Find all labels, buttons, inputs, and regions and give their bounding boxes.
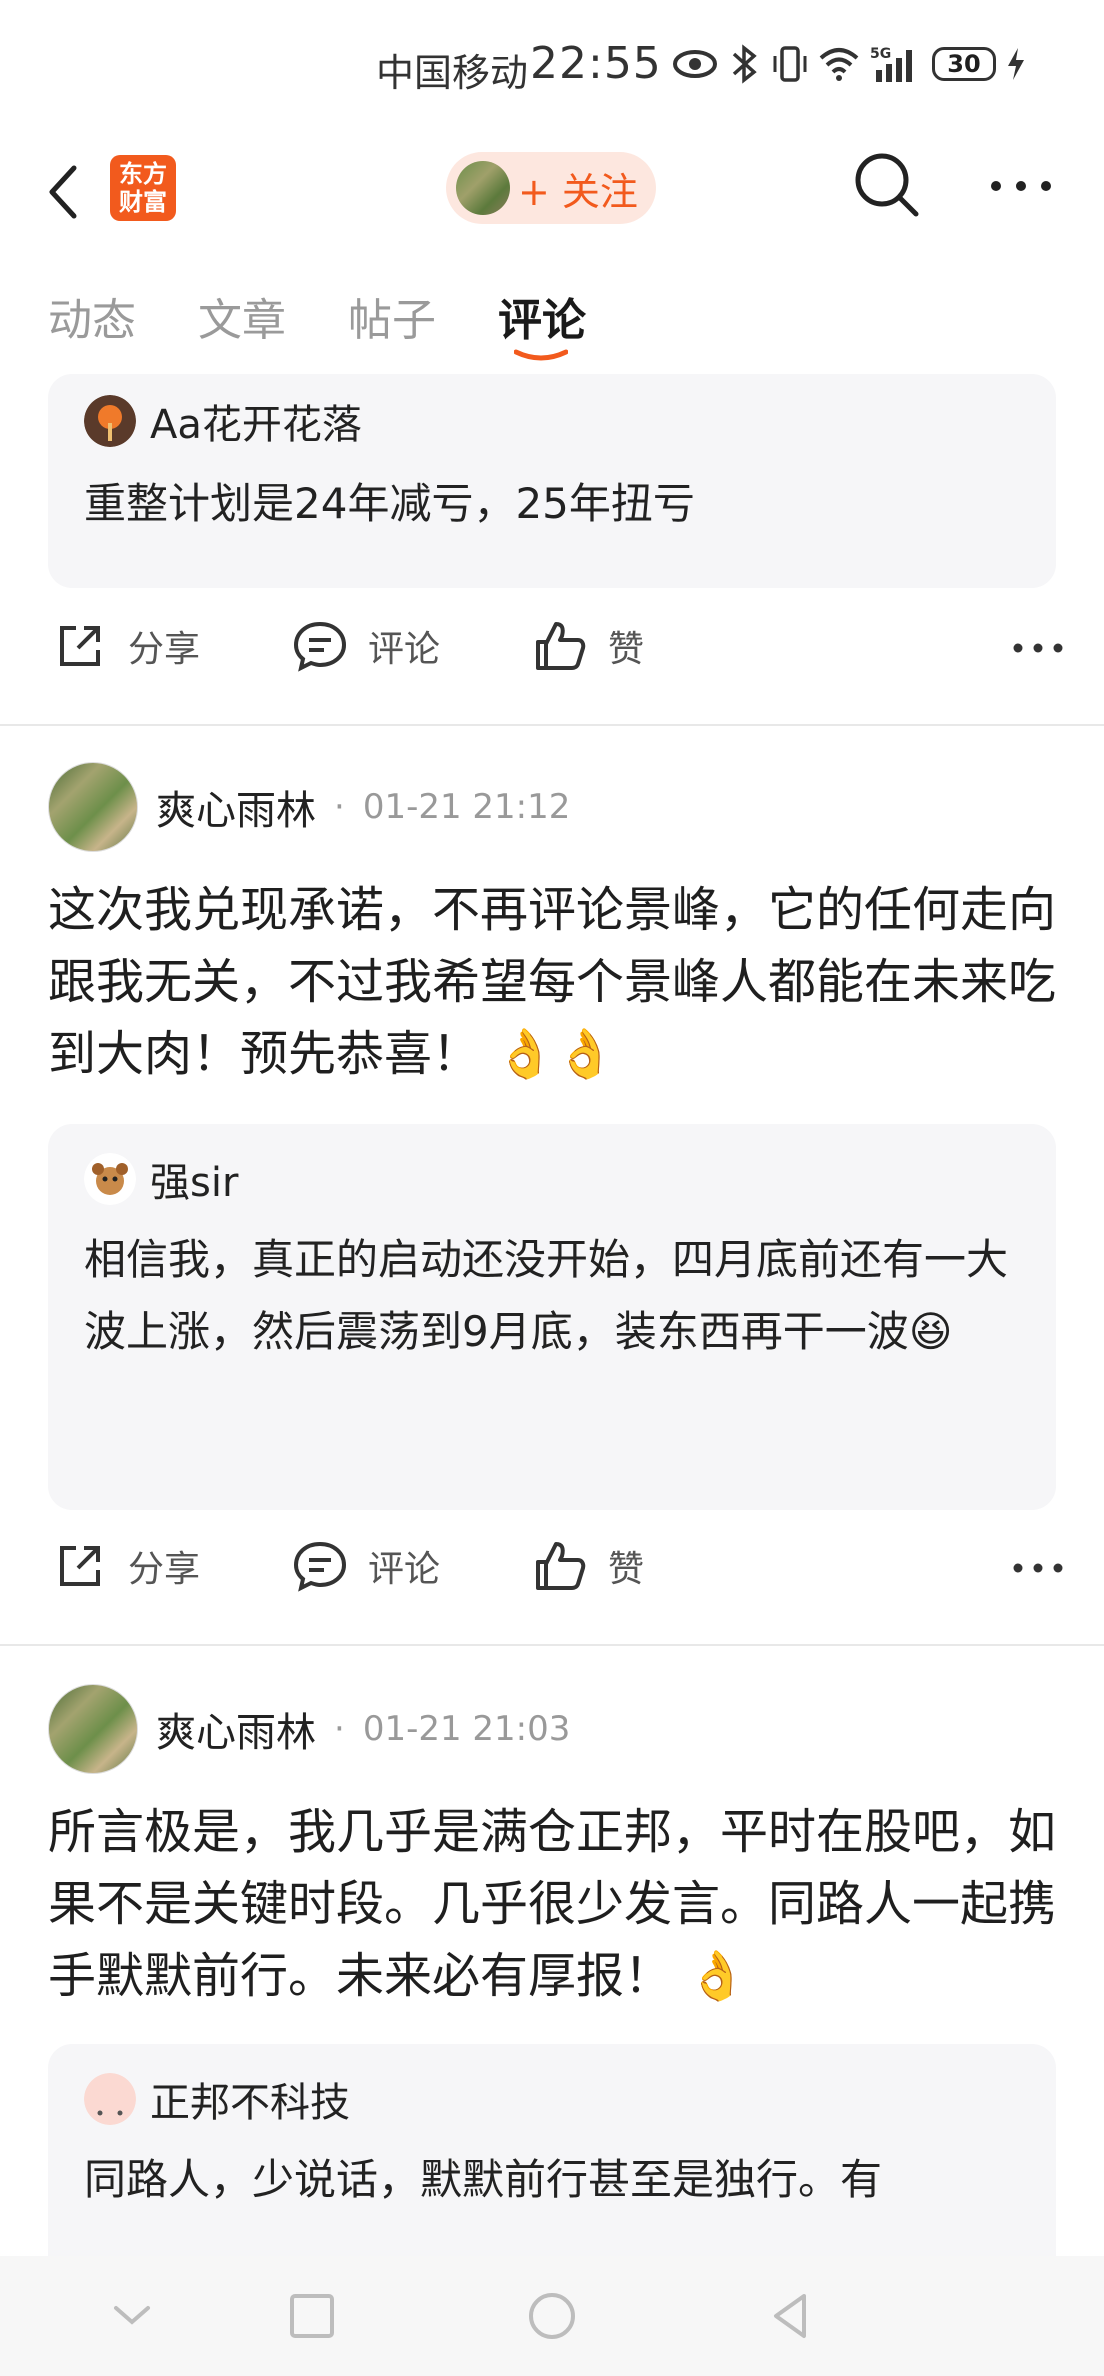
share-button[interactable]: 分享	[52, 618, 200, 674]
quote-user: Aa花开花落	[84, 392, 362, 450]
signal-icon: 5G	[870, 44, 922, 84]
comment-button[interactable]: 评论	[292, 1538, 440, 1594]
comment-label: 评论	[368, 1549, 441, 1590]
avatar	[84, 2073, 136, 2125]
more-icon	[1013, 643, 1063, 653]
status-bar: 中国移动 22:55 5G 30	[0, 0, 1104, 140]
system-nav-bar	[0, 2256, 1104, 2376]
post-text[interactable]: 这次我兑现承诺，不再评论景峰，它的任何走向跟我无关，不过我希望每个景峰人都能在未…	[48, 874, 1058, 1090]
action-row: 分享 评论 赞	[0, 618, 1104, 698]
comment-label: 评论	[368, 629, 441, 670]
comment-icon	[293, 1541, 347, 1592]
thumbs-up-icon	[536, 1542, 586, 1590]
more-icon	[991, 181, 1051, 191]
post-header: 爽心雨林 · 01-21 21:03	[48, 1684, 570, 1774]
home-button[interactable]	[522, 2286, 582, 2346]
avatar	[84, 395, 136, 447]
avatar	[84, 1153, 136, 1205]
post-time: 01-21 21:03	[362, 1709, 571, 1749]
back-button[interactable]	[40, 160, 100, 230]
avatar	[456, 161, 510, 215]
avatar[interactable]	[48, 762, 138, 852]
svg-text:5G: 5G	[870, 46, 891, 62]
square-icon	[290, 2294, 334, 2338]
charging-icon	[1006, 44, 1026, 84]
chevron-down-icon	[114, 2306, 150, 2325]
share-button[interactable]: 分享	[52, 1538, 200, 1594]
tab-wenzhang[interactable]: 文章	[198, 284, 286, 348]
more-icon	[1013, 1563, 1063, 1573]
post-time-dot: ·	[334, 1709, 345, 1749]
quote-username[interactable]: 正邦不科技	[150, 2070, 350, 2128]
quote-text: 重整计划是24年减亏，25年扭亏	[84, 479, 695, 528]
like-button[interactable]: 赞	[532, 618, 644, 674]
app-logo: 东方 财富	[110, 155, 176, 221]
post-time: 01-21 21:12	[362, 787, 571, 827]
comment-button[interactable]: 评论	[292, 618, 440, 674]
logo-line-1: 东方	[119, 160, 167, 188]
quote-user: 强sir	[84, 1150, 238, 1208]
post-username[interactable]: 爽心雨林	[156, 778, 316, 836]
post-text[interactable]: 所言极是，我几乎是满仓正邦，平时在股吧，如果不是关键时段。几乎很少发言。同路人一…	[48, 1796, 1058, 2012]
wifi-icon	[818, 44, 860, 84]
quote-user: 正邦不科技	[84, 2070, 350, 2128]
tab-pinglun[interactable]: 评论	[498, 284, 586, 348]
recent-apps-button[interactable]	[282, 2286, 342, 2346]
post-time-dot: ·	[334, 787, 345, 827]
back-nav-button[interactable]	[762, 2286, 822, 2346]
search-button[interactable]	[852, 150, 922, 220]
like-label: 赞	[608, 1549, 645, 1590]
more-button[interactable]	[986, 160, 1056, 210]
avatar[interactable]	[48, 1684, 138, 1774]
share-icon	[60, 1546, 100, 1586]
quoted-comment[interactable]: 强sir 相信我，真正的启动还没开始，四月底前还有一大波上涨，然后震荡到9月底，…	[48, 1124, 1056, 1510]
eye-icon	[672, 44, 718, 84]
share-label: 分享	[128, 629, 201, 670]
share-icon	[60, 626, 100, 666]
share-label: 分享	[128, 1549, 201, 1590]
tab-dongtai[interactable]: 动态	[48, 284, 136, 348]
quote-text: 相信我，真正的启动还没开始，四月底前还有一大波上涨，然后震荡到9月底，装东西再干…	[84, 1235, 1009, 1356]
more-options-button[interactable]	[1008, 634, 1068, 664]
divider	[0, 1644, 1104, 1646]
bluetooth-icon	[728, 44, 762, 84]
divider	[0, 724, 1104, 726]
quoted-comment[interactable]: Aa花开花落 重整计划是24年减亏，25年扭亏	[48, 374, 1056, 588]
action-row: 分享 评论 赞	[0, 1538, 1104, 1618]
circle-icon	[529, 2293, 575, 2339]
thumbs-up-icon	[536, 622, 586, 670]
post-header: 爽心雨林 · 01-21 21:12	[48, 762, 570, 852]
battery-indicator: 30	[932, 47, 996, 81]
quote-text: 同路人，少说话，默默前行甚至是独行。有	[84, 2155, 883, 2204]
quote-username[interactable]: 强sir	[150, 1150, 238, 1208]
logo-line-2: 财富	[119, 188, 167, 216]
carrier-label: 中国移动	[376, 51, 529, 95]
more-options-button[interactable]	[1008, 1554, 1068, 1584]
post-username[interactable]: 爽心雨林	[156, 1700, 316, 1758]
status-icons: 5G 30	[672, 44, 1026, 84]
tab-tiezi[interactable]: 帖子	[348, 284, 436, 348]
quote-username[interactable]: Aa花开花落	[150, 392, 362, 450]
hide-keyboard-button[interactable]	[102, 2286, 162, 2346]
like-button[interactable]: 赞	[532, 1538, 644, 1594]
tab-active-indicator	[514, 349, 568, 361]
quoted-comment[interactable]: 正邦不科技 同路人，少说话，默默前行甚至是独行。有	[48, 2044, 1056, 2284]
follow-button[interactable]: + 关注	[446, 152, 656, 224]
search-icon	[855, 153, 919, 217]
triangle-back-icon	[774, 2294, 806, 2338]
vibrate-icon	[772, 44, 808, 84]
clock: 22:55	[530, 38, 662, 89]
comment-icon	[293, 621, 347, 672]
like-label: 赞	[608, 629, 645, 670]
follow-label: + 关注	[518, 169, 638, 214]
